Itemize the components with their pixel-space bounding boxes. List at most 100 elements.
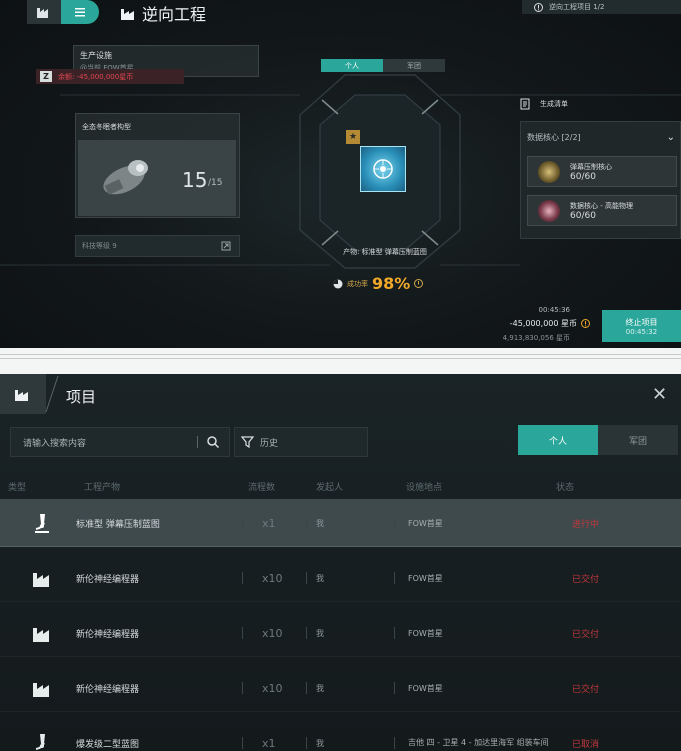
blueprint-total: /15	[208, 178, 223, 188]
output-list-title: 生成清单	[540, 100, 568, 108]
page-title: 项目	[66, 388, 97, 406]
tech-level-text: 科技等级 9	[82, 242, 117, 250]
material-item[interactable]: 数据核心 - 高能物理 60/60	[527, 195, 677, 226]
blueprint-card[interactable]: 全态冬眠者构型 15 /15	[75, 113, 240, 218]
wallet-text: 4,913,830,056 星币	[502, 334, 570, 342]
row-initiator: 我	[316, 573, 324, 583]
stop-project-button[interactable]: 终止项目 00:45:32	[602, 310, 681, 342]
expand-icon	[221, 241, 231, 251]
search-placeholder: 请输入搜索内容	[23, 438, 87, 449]
page-title-text: 逆向工程	[142, 5, 207, 24]
row-status: 已交付	[572, 629, 600, 640]
table-row[interactable]: 爆发级二型蓝图 x1 我 吉他 四 - 卫星 4 - 加达里海军 组装车间 已取…	[0, 719, 681, 751]
blueprint-module-icon	[373, 159, 393, 179]
row-status: 已交付	[572, 574, 600, 585]
factory-icon	[15, 390, 28, 401]
clipboard-icon	[520, 98, 530, 110]
z-badge-icon: Z	[40, 71, 52, 82]
column-header-initiator[interactable]: 发起人	[316, 480, 343, 493]
reverse-engineering-screen: 逆向工程 逆向工程项目 1/2 生产设施 @当前 FOW首星 Z 余额: -45…	[0, 0, 681, 348]
search-icon[interactable]	[207, 436, 219, 448]
table-row[interactable]: 新伦神经编程器 x10 我 FOW首星 已交付	[0, 609, 681, 657]
row-product: 爆发级二型蓝图	[76, 739, 140, 750]
row-runs: x1	[262, 516, 276, 530]
cost-text: -45,000,000 星币	[509, 319, 577, 328]
tab-personal[interactable]: 个人	[518, 425, 598, 455]
row-product: 新伦神经编程器	[76, 629, 140, 640]
stop-project-timer: 00:45:32	[625, 327, 658, 336]
table-row[interactable]: 标准型 弹幕压制蓝图 x1 我 FOW首星 进行中	[0, 499, 681, 547]
microscope-icon	[32, 499, 52, 547]
row-initiator: 我	[316, 628, 324, 638]
data-core-dropdown[interactable]: 数据核心 [2/2] ⌄	[527, 130, 677, 144]
column-header-type[interactable]: 类型	[8, 480, 26, 493]
row-location: FOW首星	[408, 573, 443, 583]
table-row[interactable]: 新伦神经编程器 x10 我 FOW首星 已交付	[0, 664, 681, 712]
factory-tab-button[interactable]	[0, 374, 46, 414]
tab-corporation[interactable]: 军团	[383, 59, 445, 72]
factory-icon	[32, 554, 54, 602]
alert-icon	[534, 2, 543, 12]
column-header-location[interactable]: 设施地点	[406, 480, 442, 493]
row-status: 进行中	[572, 519, 600, 530]
blueprint-image-frame: 15 /15	[78, 140, 236, 216]
row-status: 已交付	[572, 684, 600, 695]
column-header-status[interactable]: 状态	[556, 480, 574, 493]
page-title: 逆向工程	[120, 1, 206, 25]
factory-icon	[121, 9, 134, 20]
list-menu-button[interactable]	[61, 0, 99, 24]
row-initiator: 我	[316, 738, 324, 748]
row-product: 标准型 弹幕压制蓝图	[76, 519, 160, 530]
material-name: 数据核心 - 高能物理	[570, 201, 633, 210]
material-count: 60/60	[570, 171, 596, 182]
output-list-header: 生成清单	[520, 98, 568, 110]
project-status-text: 逆向工程项目 1/2	[549, 3, 605, 11]
factory-icon	[37, 8, 48, 18]
row-product: 新伦神经编程器	[76, 684, 140, 695]
barrage-core-icon	[538, 160, 560, 183]
column-header-product[interactable]: 工程产物	[84, 480, 120, 493]
projects-screen: 项目 ✕ 请输入搜索内容 历史 个人 军团 类型 工程产物 流程数 发起人 设施…	[0, 374, 681, 751]
project-status-pill[interactable]: 逆向工程项目 1/2	[522, 0, 681, 14]
tab-personal[interactable]: 个人	[321, 59, 383, 72]
stop-project-label: 终止项目	[625, 317, 658, 327]
balance-text: 余额: -45,000,000星币	[58, 72, 134, 81]
material-item[interactable]: 弹幕压制核心 60/60	[527, 156, 677, 187]
cost-row: -45,000,000 星币	[490, 318, 590, 329]
success-value: 98%	[372, 274, 411, 293]
product-label: 产物: 标准型 弹幕压制蓝图	[343, 248, 427, 256]
blueprint-count: 15	[182, 168, 208, 192]
material-count: 60/60	[570, 210, 596, 221]
data-core-physics-icon	[538, 199, 560, 222]
screenshot-divider	[0, 348, 681, 374]
balance-warning: Z 余额: -45,000,000星币	[36, 69, 184, 84]
row-location: FOW首星	[408, 628, 443, 638]
microscope-icon	[32, 719, 52, 751]
blueprint-name: 全态冬眠者构型	[82, 123, 131, 131]
history-label: 历史	[260, 438, 279, 449]
row-initiator: 我	[316, 518, 324, 528]
row-product: 新伦神经编程器	[76, 574, 140, 585]
search-input[interactable]: 请输入搜索内容	[10, 427, 230, 457]
tab-corporation[interactable]: 军团	[598, 425, 678, 455]
row-location: 吉他 四 - 卫星 4 - 加达里海军 组装车间	[408, 738, 549, 747]
column-header-runs[interactable]: 流程数	[248, 480, 275, 493]
timer-text: 00:45:36	[538, 306, 570, 314]
tech-level-row[interactable]: 科技等级 9	[75, 235, 240, 257]
star-badge-icon: ★	[346, 130, 360, 144]
product-blueprint-tile[interactable]	[360, 146, 406, 192]
menu-icon	[75, 8, 85, 17]
factory-icon	[32, 664, 54, 712]
info-icon	[414, 279, 424, 288]
data-core-header: 数据核心 [2/2]	[527, 132, 581, 142]
chevron-down-icon: ⌄	[666, 131, 675, 143]
alert-icon	[581, 319, 590, 328]
table-row[interactable]: 新伦神经编程器 x10 我 FOW首星 已交付	[0, 554, 681, 602]
facility-label: 生产设施	[80, 51, 112, 60]
row-status: 已取消	[572, 739, 600, 750]
factory-tab-button[interactable]	[27, 0, 61, 24]
history-filter-button[interactable]: 历史	[234, 427, 368, 457]
row-runs: x10	[262, 626, 283, 640]
close-icon[interactable]: ✕	[652, 386, 667, 404]
material-name: 弹幕压制核心	[570, 162, 612, 171]
